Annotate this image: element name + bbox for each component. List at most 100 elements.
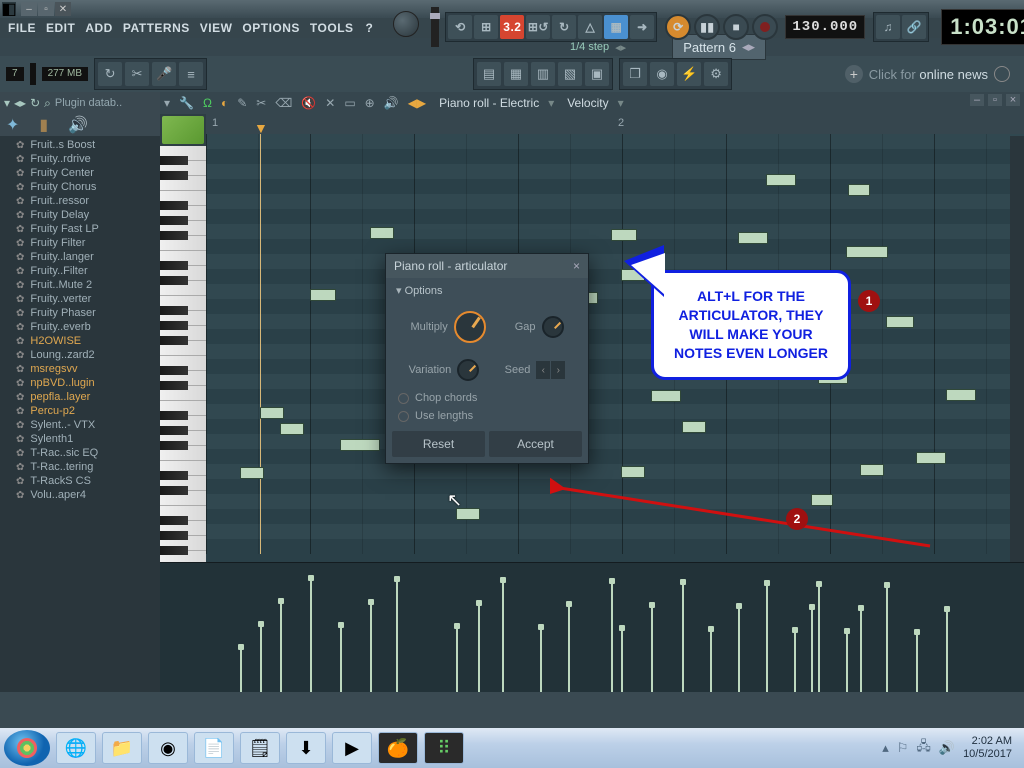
news-button[interactable]: + Click for online news: [837, 61, 1018, 87]
mixer-button[interactable]: ▣: [585, 62, 609, 86]
menu-tools[interactable]: TOOLS: [310, 21, 354, 35]
midi-button[interactable]: ♫: [876, 15, 900, 39]
browser-item[interactable]: ✿npBVD..lugin: [0, 376, 160, 390]
dialog-section-header[interactable]: ▾ Options: [386, 278, 588, 303]
taskbar-explorer[interactable]: 📁: [102, 732, 142, 764]
tb-tool1[interactable]: ❐: [623, 62, 647, 86]
pr-tool-wrench-icon[interactable]: 🔧: [179, 96, 194, 110]
midi-note[interactable]: [738, 232, 768, 244]
velocity-bar[interactable]: [818, 584, 820, 692]
browser-list[interactable]: ✿Fruit..s Boost✿Fruity..rdrive✿Fruity Ce…: [0, 136, 160, 692]
browser-item[interactable]: ✿Fruity..verter: [0, 292, 160, 306]
browser-item[interactable]: ✿T-RackS CS: [0, 474, 160, 488]
taskbar-ie[interactable]: 🌐: [56, 732, 96, 764]
undo-button[interactable]: ↻: [98, 62, 122, 86]
velocity-bar[interactable]: [310, 578, 312, 692]
menu-edit[interactable]: EDIT: [46, 21, 75, 35]
countdown-button[interactable]: 3.2: [500, 15, 524, 39]
pr-tool-select-icon[interactable]: ▭: [344, 96, 355, 110]
pr-zoom-icon[interactable]: ⊕: [365, 96, 375, 110]
midi-note[interactable]: [946, 389, 976, 401]
step-mode-button[interactable]: ▦: [604, 15, 628, 39]
browser-item[interactable]: ✿Sylent..- VTX: [0, 418, 160, 432]
velocity-lane[interactable]: [160, 562, 1024, 692]
browser-item[interactable]: ✿Loung..zard2: [0, 348, 160, 362]
velocity-bar[interactable]: [456, 626, 458, 692]
pr-tool-erase2-icon[interactable]: ⌫: [275, 96, 292, 110]
start-button[interactable]: [4, 730, 50, 766]
browser-item[interactable]: ✿Fruity Fast LP: [0, 222, 160, 236]
browser-item[interactable]: ✿Fruit..s Boost: [0, 138, 160, 152]
velocity-bar[interactable]: [260, 624, 262, 692]
record-button[interactable]: [752, 14, 778, 40]
midi-note[interactable]: [260, 407, 284, 419]
velocity-bar[interactable]: [811, 607, 813, 692]
browser-item[interactable]: ✿Fruity..Filter: [0, 264, 160, 278]
midi-note[interactable]: [310, 289, 336, 301]
loop-rec-button[interactable]: ↻: [552, 15, 576, 39]
browser-button[interactable]: ▧: [558, 62, 582, 86]
browser-item[interactable]: ✿Fruity..rdrive: [0, 152, 160, 166]
velocity-bar[interactable]: [682, 582, 684, 692]
maximize-button[interactable]: ▫: [38, 2, 54, 16]
midi-note[interactable]: [280, 423, 304, 435]
browser-item[interactable]: ✿Sylenth1: [0, 432, 160, 446]
note-grid[interactable]: ▼ 1 2: [206, 114, 1024, 562]
browser-item[interactable]: ✿Fruity..langer: [0, 250, 160, 264]
midi-note[interactable]: [621, 466, 645, 478]
piano-keyboard[interactable]: [160, 146, 206, 556]
dialog-close-button[interactable]: ×: [573, 259, 580, 273]
velocity-bar[interactable]: [621, 628, 623, 692]
panel-max[interactable]: ▫: [988, 94, 1002, 106]
velocity-bar[interactable]: [568, 604, 570, 692]
velocity-bar[interactable]: [340, 625, 342, 692]
velocity-bar[interactable]: [946, 609, 948, 692]
midi-note[interactable]: [766, 174, 796, 186]
menu-options[interactable]: OPTIONS: [242, 21, 300, 35]
panel-min[interactable]: –: [970, 94, 984, 106]
pianoroll-control[interactable]: Velocity: [567, 96, 608, 110]
song-mode-button[interactable]: ⊞: [474, 15, 498, 39]
midi-note[interactable]: [611, 229, 637, 241]
pr-title-dropdown-icon[interactable]: ▾: [548, 96, 554, 110]
dialog-titlebar[interactable]: Piano roll - articulator ×: [386, 254, 588, 278]
taskbar-media[interactable]: ▶: [332, 732, 372, 764]
midi-note[interactable]: [682, 421, 706, 433]
seed-next[interactable]: ›: [551, 361, 565, 379]
tray-net-icon[interactable]: 🖧: [916, 737, 931, 759]
midi-note[interactable]: [340, 439, 380, 451]
add-item-icon[interactable]: ✦: [6, 115, 19, 135]
chop-chords-checkbox[interactable]: Chop chords: [386, 389, 588, 407]
browser-item[interactable]: ✿Volu..aper4: [0, 488, 160, 502]
timeline-ruler[interactable]: ▼ 1 2: [206, 114, 1024, 134]
midi-note[interactable]: [916, 452, 946, 464]
speaker-icon[interactable]: 🔊: [68, 115, 88, 135]
velocity-bar[interactable]: [766, 583, 768, 692]
midi-note[interactable]: [370, 227, 394, 239]
browser-item[interactable]: ✿Fruity Filter: [0, 236, 160, 250]
pat-mode-button[interactable]: ⟲: [448, 15, 472, 39]
browser-item[interactable]: ✿T-Rac..sic EQ: [0, 446, 160, 460]
velocity-bar[interactable]: [370, 602, 372, 692]
browser-item[interactable]: ✿Fruity Delay: [0, 208, 160, 222]
overdub-button[interactable]: ⊞↺: [526, 15, 550, 39]
back-icon[interactable]: ◂▸: [14, 96, 26, 110]
time-display[interactable]: 1:03:01 B:S:T: [941, 9, 1024, 45]
tb-tool2[interactable]: ◉: [650, 62, 674, 86]
browser-item[interactable]: ✿Fruity..everb: [0, 320, 160, 334]
cut-button[interactable]: ✂: [125, 62, 149, 86]
velocity-bar[interactable]: [478, 603, 480, 692]
gap-knob[interactable]: [542, 316, 564, 338]
velocity-bar[interactable]: [280, 601, 282, 692]
midi-note[interactable]: [848, 184, 870, 196]
velocity-bar[interactable]: [794, 630, 796, 692]
tempo-display[interactable]: 130.000: [785, 15, 865, 39]
browser-item[interactable]: ✿Fruity Chorus: [0, 180, 160, 194]
wait-input-button[interactable]: ➜: [630, 15, 654, 39]
velocity-bar[interactable]: [240, 647, 242, 692]
stepsequencer-button[interactable]: ▦: [504, 62, 528, 86]
minimize-button[interactable]: –: [21, 2, 37, 16]
pr-tool-brush-icon[interactable]: ✎: [237, 96, 247, 110]
variation-knob[interactable]: [457, 359, 479, 381]
taskbar-torrent[interactable]: ⬇: [286, 732, 326, 764]
